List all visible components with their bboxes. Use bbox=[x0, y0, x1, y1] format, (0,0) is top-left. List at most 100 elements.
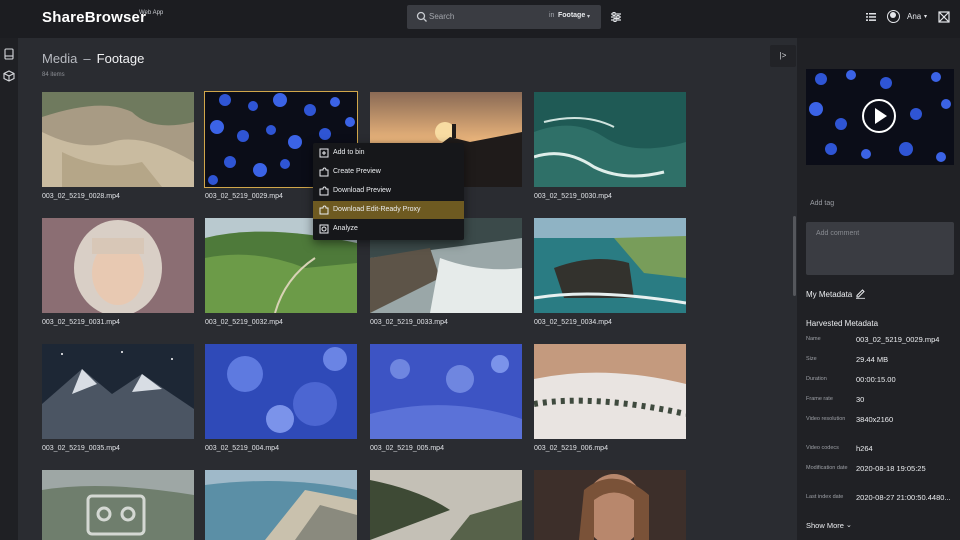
breadcrumb-root[interactable]: Media bbox=[42, 51, 77, 66]
metadata-value: 003_02_5219_0029.mp4 bbox=[856, 335, 940, 344]
thumbnail-foggy-hills[interactable] bbox=[42, 470, 194, 540]
chevron-down-icon[interactable]: ▾ bbox=[587, 13, 590, 20]
thumbnail-image bbox=[205, 470, 357, 540]
thumbnail-snowy-forest-blue[interactable] bbox=[205, 344, 357, 439]
list-view-icon[interactable] bbox=[865, 11, 877, 23]
thumbnail-woman-fur-hood[interactable] bbox=[42, 218, 194, 313]
storage-drive-icon[interactable] bbox=[3, 48, 15, 60]
chevron-down-icon[interactable]: ▾ bbox=[924, 13, 927, 20]
tile-caption: 003_02_5219_0028.mp4 bbox=[42, 193, 120, 200]
thumbnail-snow-hills-sunset[interactable] bbox=[534, 344, 686, 439]
my-metadata-heading: My Metadata bbox=[806, 290, 853, 299]
comment-placeholder: Add comment bbox=[816, 230, 860, 237]
puzzle-icon bbox=[319, 186, 329, 196]
thumbnail-image bbox=[205, 344, 357, 439]
menu-item-label: Download Preview bbox=[333, 187, 391, 194]
search-bar[interactable]: Search in Footage ▾ bbox=[407, 5, 601, 29]
metadata-key: Modification date bbox=[806, 465, 848, 471]
search-icon bbox=[416, 11, 427, 22]
menu-item-download-preview[interactable]: Download Preview bbox=[313, 182, 464, 200]
menu-item-label: Create Preview bbox=[333, 168, 381, 175]
context-menu: Add to bin Create Preview Download Previ… bbox=[313, 143, 464, 240]
breadcrumb: Media – Footage bbox=[42, 51, 144, 66]
menu-item-create-preview[interactable]: Create Preview bbox=[313, 163, 464, 181]
thumbnail-coastal-town[interactable] bbox=[205, 470, 357, 540]
metadata-key: Duration bbox=[806, 376, 827, 382]
add-tag-button[interactable]: Add tag bbox=[810, 200, 834, 207]
messages-icon[interactable] bbox=[938, 11, 950, 23]
metadata-value: h264 bbox=[856, 444, 873, 453]
thumbnail-image bbox=[370, 344, 522, 439]
scrollbar[interactable] bbox=[793, 216, 796, 296]
app-logo[interactable]: ShareBrowser bbox=[42, 9, 146, 26]
tile-caption: 003_02_5219_0031.mp4 bbox=[42, 319, 120, 326]
thumbnail-image bbox=[42, 218, 194, 313]
thumbnail-coastal-cliffs[interactable] bbox=[42, 92, 194, 187]
menu-item-label: Download Edit-Ready Proxy bbox=[333, 206, 421, 213]
search-input[interactable]: Search bbox=[429, 12, 454, 21]
tile-caption: 003_02_5219_0032.mp4 bbox=[205, 319, 283, 326]
chevron-down-icon[interactable]: ⌄ bbox=[846, 521, 852, 529]
pencil-edit-icon[interactable] bbox=[855, 288, 866, 299]
thumbnail-image bbox=[534, 218, 686, 313]
analyze-icon bbox=[319, 224, 329, 234]
search-scope-select[interactable]: Footage bbox=[558, 12, 585, 19]
metadata-key: Size bbox=[806, 356, 817, 362]
user-avatar-icon[interactable] bbox=[887, 10, 900, 23]
thumbnail-image bbox=[42, 344, 194, 439]
page-title: Footage bbox=[96, 51, 145, 66]
add-to-bin-icon bbox=[319, 148, 329, 158]
metadata-value: 2020-08-18 19:05:25 bbox=[856, 464, 926, 473]
metadata-value: 30 bbox=[856, 395, 865, 404]
metadata-value: 00:00:15.00 bbox=[856, 375, 896, 384]
menu-item-add-to-bin[interactable]: Add to bin bbox=[313, 144, 464, 162]
app-subtitle: Web App bbox=[139, 10, 164, 16]
tile-caption: 003_02_5219_006.mp4 bbox=[534, 445, 608, 452]
breadcrumb-separator: – bbox=[83, 51, 91, 66]
tile-caption: 003_02_5219_0035.mp4 bbox=[42, 445, 120, 452]
tile-caption: 003_02_5219_005.mp4 bbox=[370, 445, 444, 452]
thumbnail-image bbox=[42, 470, 194, 540]
show-more-button[interactable]: Show More bbox=[806, 521, 844, 530]
thumbnail-image bbox=[534, 344, 686, 439]
harvested-metadata-heading: Harvested Metadata bbox=[806, 319, 879, 328]
menu-item-analyze[interactable]: Analyze bbox=[313, 220, 464, 238]
menu-item-label: Analyze bbox=[333, 225, 358, 232]
item-count: 84 items bbox=[42, 72, 65, 78]
thumbnail-image bbox=[42, 92, 194, 187]
puzzle-icon bbox=[319, 205, 329, 215]
metadata-value: 3840x2160 bbox=[856, 415, 894, 424]
thumbnail-image bbox=[534, 92, 686, 187]
thumbnail-sea-cliff[interactable] bbox=[534, 218, 686, 313]
thumbnail-image bbox=[370, 470, 522, 540]
metadata-key: Frame rate bbox=[806, 396, 833, 402]
search-in-label: in bbox=[549, 12, 555, 19]
top-bar: ShareBrowser Web App Search in Footage ▾… bbox=[0, 0, 960, 38]
thumbnail-image bbox=[534, 470, 686, 540]
tile-caption: 003_02_5219_0033.mp4 bbox=[370, 319, 448, 326]
thumbnail-snowy-trees-blue[interactable] bbox=[370, 344, 522, 439]
metadata-value: 29.44 MB bbox=[856, 355, 889, 364]
cube-icon[interactable] bbox=[3, 70, 15, 82]
metadata-key: Name bbox=[806, 336, 821, 342]
filter-sliders-icon[interactable] bbox=[610, 11, 622, 23]
tile-caption: 003_02_5219_004.mp4 bbox=[205, 445, 279, 452]
toggle-panel-button[interactable]: |> bbox=[770, 45, 796, 67]
play-icon[interactable] bbox=[862, 99, 896, 133]
puzzle-icon bbox=[319, 167, 329, 177]
metadata-key: Video resolution bbox=[806, 416, 846, 422]
left-rail bbox=[0, 38, 18, 540]
thumbnail-woman-glasses[interactable] bbox=[534, 470, 686, 540]
menu-item-download-proxy[interactable]: Download Edit-Ready Proxy bbox=[313, 201, 464, 219]
thumbnail-ocean-waves[interactable] bbox=[534, 92, 686, 187]
metadata-key: Last index date bbox=[806, 494, 844, 500]
user-menu[interactable]: Ana bbox=[907, 12, 921, 21]
menu-item-label: Add to bin bbox=[333, 149, 365, 156]
thumbnail-misty-forest[interactable] bbox=[370, 470, 522, 540]
tile-caption: 003_02_5219_0030.mp4 bbox=[534, 193, 612, 200]
thumbnail-night-mountains[interactable] bbox=[42, 344, 194, 439]
metadata-value: 2020-08-27 21:00:50.4480... bbox=[856, 493, 951, 502]
tile-caption: 003_02_5219_0034.mp4 bbox=[534, 319, 612, 326]
metadata-key: Video codecs bbox=[806, 445, 839, 451]
tile-caption: 003_02_5219_0029.mp4 bbox=[205, 193, 283, 200]
